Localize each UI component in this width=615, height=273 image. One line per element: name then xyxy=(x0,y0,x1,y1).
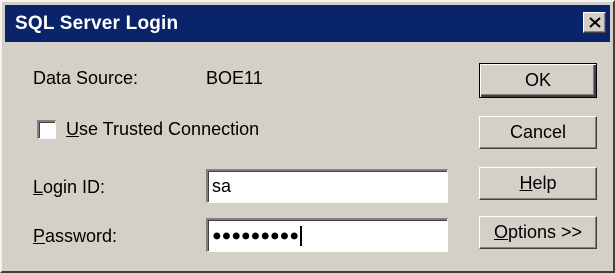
title-bar[interactable]: SQL Server Login xyxy=(5,5,610,42)
help-button[interactable]: Help xyxy=(479,167,597,200)
password-label: Password: xyxy=(33,226,117,247)
trusted-connection-label-rest: se Trusted Connection xyxy=(79,119,260,139)
help-label-rest: elp xyxy=(532,173,557,193)
sql-server-login-dialog: SQL Server Login Data Source: BOE11 Use … xyxy=(0,0,615,273)
window-title: SQL Server Login xyxy=(15,13,179,34)
trusted-connection-label[interactable]: Use Trusted Connection xyxy=(66,119,259,140)
login-id-input[interactable]: sa xyxy=(206,169,448,203)
login-id-value: sa xyxy=(212,176,232,196)
trusted-connection-checkbox[interactable] xyxy=(37,120,56,139)
options-label-rest: ptions >> xyxy=(507,222,583,242)
cancel-button[interactable]: Cancel xyxy=(479,116,597,149)
ok-button[interactable]: OK xyxy=(479,63,597,98)
login-id-label: Login ID: xyxy=(33,177,105,198)
trusted-connection-accel: U xyxy=(66,119,79,139)
password-masked-value: ●●●●●●●●● xyxy=(212,227,299,245)
help-accel: H xyxy=(519,173,533,193)
password-accel: P xyxy=(33,226,46,246)
login-id-label-rest: ogin ID: xyxy=(43,177,106,197)
text-caret xyxy=(299,226,302,247)
data-source-label: Data Source: xyxy=(33,68,139,88)
login-id-accel: L xyxy=(33,177,44,197)
password-input[interactable]: ●●●●●●●●● xyxy=(206,218,448,252)
data-source-value: BOE11 xyxy=(206,68,263,88)
options-button[interactable]: Options >> xyxy=(479,216,597,249)
options-accel: O xyxy=(493,222,508,242)
close-button[interactable] xyxy=(583,12,606,33)
password-label-rest: assword: xyxy=(45,226,118,246)
